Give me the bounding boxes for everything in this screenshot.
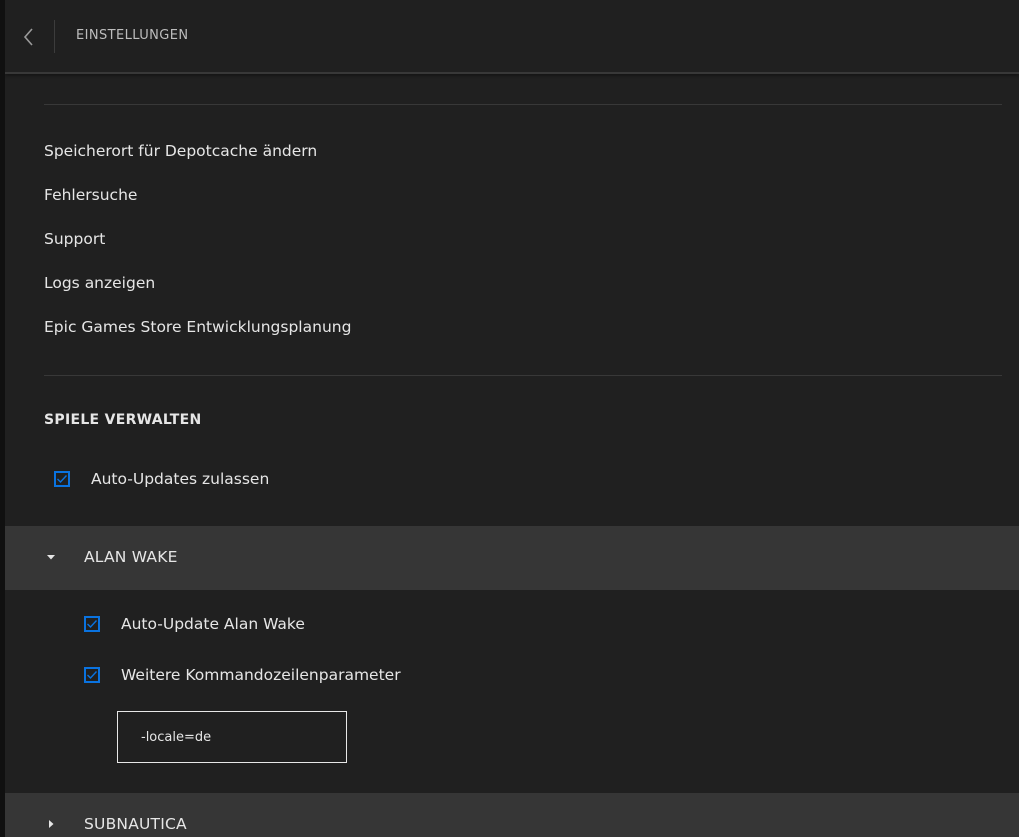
link-roadmap[interactable]: Epic Games Store Entwicklungsplanung (44, 318, 351, 336)
header-bar: EINSTELLUNGEN (5, 0, 1019, 74)
link-depotcache-location[interactable]: Speicherort für Depotcache ändern (44, 142, 317, 160)
auto-update-alan-wake-checkbox[interactable] (84, 616, 100, 632)
manage-games-title: SPIELE VERWALTEN (44, 412, 202, 428)
link-support[interactable]: Support (44, 230, 105, 248)
chevron-left-icon (23, 28, 33, 46)
checkmark-icon (87, 620, 98, 629)
auto-updates-row: Auto-Updates zulassen (54, 468, 269, 490)
game-header-subnautica[interactable]: SUBNAUTICA (5, 793, 1019, 837)
cmd-params-label: Weitere Kommandozeilenparameter (121, 666, 401, 684)
cmd-params-checkbox[interactable] (84, 667, 100, 683)
auto-update-alan-wake-label: Auto-Update Alan Wake (121, 615, 305, 633)
game-name-subnautica: SUBNAUTICA (84, 815, 187, 833)
checkmark-icon (57, 475, 68, 484)
caret-right-icon (49, 820, 54, 828)
back-button[interactable] (17, 20, 45, 54)
auto-update-alan-wake-row: Auto-Update Alan Wake (84, 613, 305, 635)
game-name-alan-wake: ALAN WAKE (84, 548, 178, 566)
cmd-params-row: Weitere Kommandozeilenparameter (84, 664, 401, 686)
section-divider (44, 375, 1002, 376)
page-title: EINSTELLUNGEN (76, 28, 189, 43)
caret-down-icon (47, 555, 55, 560)
header-divider (54, 20, 55, 53)
settings-window: EINSTELLUNGEN Speicherort für Depotcache… (5, 0, 1019, 837)
auto-updates-label: Auto-Updates zulassen (91, 470, 270, 488)
game-header-alan-wake[interactable]: ALAN WAKE (5, 526, 1019, 590)
cmd-params-input[interactable] (117, 711, 347, 763)
link-troubleshooting[interactable]: Fehlersuche (44, 186, 137, 204)
checkmark-icon (87, 671, 98, 680)
top-divider (44, 104, 1002, 105)
link-show-logs[interactable]: Logs anzeigen (44, 274, 155, 292)
auto-updates-checkbox[interactable] (54, 471, 70, 487)
